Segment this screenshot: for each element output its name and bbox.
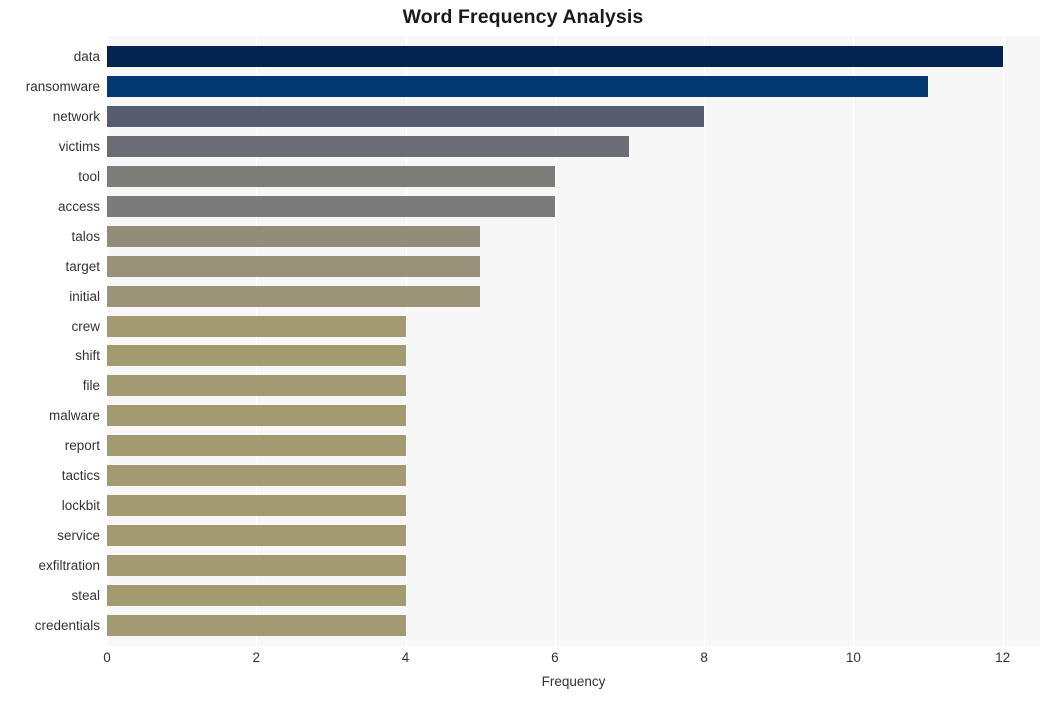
y-tick-label: crew xyxy=(71,318,100,334)
x-axis: 0 2 4 6 8 10 12 xyxy=(103,650,1040,670)
chart-title: Word Frequency Analysis xyxy=(402,6,644,28)
y-tick-label: network xyxy=(52,109,100,125)
y-tick-label: lockbit xyxy=(61,497,100,513)
gridline-8 xyxy=(704,36,706,646)
y-axis: data ransomware network victims tool access ta… xyxy=(0,36,100,646)
y-tick-label: shift xyxy=(75,348,100,364)
x-axis-title: Frequency xyxy=(541,674,606,689)
x-tick-label: 0 xyxy=(103,650,111,665)
bar[interactable] xyxy=(107,46,1003,68)
y-tick-label: service xyxy=(57,527,100,543)
gridline-10 xyxy=(853,36,855,646)
bar[interactable] xyxy=(107,345,406,367)
y-tick-label: talos xyxy=(71,228,100,244)
x-tick-label: 2 xyxy=(252,650,261,665)
y-tick-label: tactics xyxy=(61,468,100,484)
y-tick-label: access xyxy=(57,198,100,214)
x-tick-label: 6 xyxy=(551,650,559,665)
bar[interactable] xyxy=(107,584,406,606)
gridline-6 xyxy=(554,36,556,646)
x-tick-label: 10 xyxy=(845,650,861,665)
bar[interactable] xyxy=(107,225,481,247)
bar[interactable] xyxy=(107,614,406,636)
gridline-12 xyxy=(1002,36,1004,646)
word-frequency-chart: Word Frequency Analysis data ransomware ne… xyxy=(0,0,1046,701)
y-tick-label: victims xyxy=(58,139,100,155)
y-tick-label: file xyxy=(82,378,100,394)
x-tick-label: 8 xyxy=(700,650,708,665)
bar[interactable] xyxy=(107,554,406,576)
bar[interactable] xyxy=(107,136,630,158)
y-tick-label: initial xyxy=(69,288,100,304)
bar[interactable] xyxy=(107,285,481,307)
x-tick-label: 12 xyxy=(995,650,1011,665)
bar[interactable] xyxy=(107,315,406,337)
bar[interactable] xyxy=(107,106,705,128)
y-tick-label: data xyxy=(73,49,100,65)
x-tick-label: 4 xyxy=(401,650,410,665)
y-tick-label: steal xyxy=(71,587,100,603)
bar[interactable] xyxy=(107,494,406,516)
y-tick-label: exfiltration xyxy=(38,557,100,573)
bar[interactable] xyxy=(107,465,406,487)
gridline-4 xyxy=(405,36,407,646)
y-tick-label: tool xyxy=(78,169,100,185)
bar[interactable] xyxy=(107,435,406,457)
y-tick-label: report xyxy=(64,438,100,454)
bar[interactable] xyxy=(107,166,555,188)
bar[interactable] xyxy=(107,405,406,427)
y-tick-label: malware xyxy=(48,408,100,424)
bar[interactable] xyxy=(107,375,406,397)
bar[interactable] xyxy=(107,255,481,277)
bar[interactable] xyxy=(107,195,555,217)
y-tick-label: target xyxy=(65,258,100,274)
y-tick-label: ransomware xyxy=(25,79,100,95)
y-tick-label: credentials xyxy=(34,617,100,633)
bar[interactable] xyxy=(107,524,406,546)
plot-area xyxy=(107,36,1040,646)
bar[interactable] xyxy=(107,76,929,98)
